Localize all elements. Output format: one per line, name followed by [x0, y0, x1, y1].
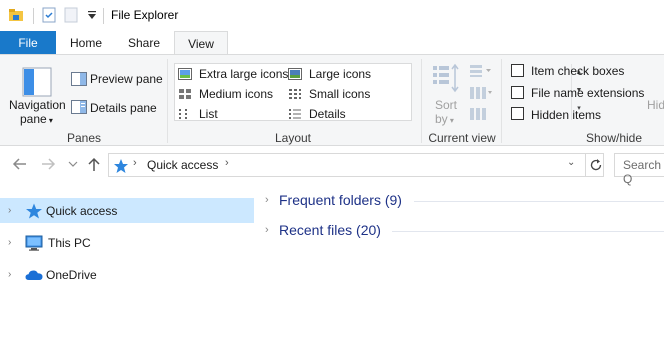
address-bar[interactable]: › Quick access › ⌄: [108, 153, 604, 177]
group-by-icon[interactable]: [469, 64, 493, 78]
hide-selected-items-button[interactable]: Hid: [647, 98, 664, 112]
address-divider: [585, 154, 586, 176]
sort-by-button-2[interactable]: by ▾: [435, 112, 454, 126]
tab-share[interactable]: Share: [118, 31, 170, 55]
title-separator: [103, 8, 104, 24]
quick-access-star-icon: [26, 203, 42, 218]
group-separator: [501, 59, 502, 143]
layout-gallery: Extra large icons Large icons Medium ico…: [174, 63, 582, 121]
navigation-pane-label[interactable]: Navigation: [9, 98, 66, 112]
group-separator: [421, 59, 422, 143]
current-view-group-label: Current view: [428, 131, 496, 145]
group-header-label: Recent files (20): [279, 222, 381, 238]
sort-by-icon: [433, 63, 459, 93]
new-folder-icon[interactable]: [63, 7, 79, 23]
computer-icon: [25, 235, 43, 251]
group-separator: [167, 59, 168, 143]
list-icon: [179, 109, 187, 119]
address-chevron-icon[interactable]: ›: [225, 157, 229, 169]
onedrive-cloud-icon: [25, 270, 43, 280]
folder-icon: [9, 9, 23, 21]
details-icon: [289, 109, 301, 119]
ribbon-tabs: File Home Share View: [0, 31, 664, 55]
tab-home[interactable]: Home: [60, 31, 112, 55]
sidebar-item-onedrive[interactable]: › OneDrive: [0, 262, 256, 287]
hidden-items-label[interactable]: Hidden items: [531, 108, 601, 122]
forward-arrow-icon[interactable]: [40, 157, 56, 171]
quick-access-star-icon: [114, 159, 128, 173]
navigation-pane-icon: [22, 67, 52, 97]
layout-small-icons[interactable]: Small icons: [288, 87, 370, 101]
expand-chevron-icon[interactable]: ›: [265, 194, 279, 206]
search-placeholder: Search Q: [623, 158, 662, 186]
extra-large-icons-icon: [178, 68, 192, 80]
hidden-items-checkbox[interactable]: [511, 107, 524, 120]
navigation-pane-label-2[interactable]: pane ▾: [20, 112, 53, 126]
sidebar-item-label: OneDrive: [46, 267, 97, 282]
address-chevron-icon[interactable]: ›: [133, 157, 137, 169]
expand-chevron-icon[interactable]: ›: [8, 269, 11, 280]
layout-medium-icons[interactable]: Medium icons: [178, 87, 273, 101]
group-divider: [414, 201, 664, 202]
file-name-extensions-label[interactable]: File name extensions: [531, 86, 644, 100]
title-separator: [33, 8, 34, 24]
size-columns-icon[interactable]: [469, 107, 487, 121]
item-check-boxes-checkbox[interactable]: [511, 64, 524, 77]
large-icons-icon: [288, 68, 302, 80]
recent-locations-chevron-icon[interactable]: [68, 160, 78, 168]
customize-toolbar-icon[interactable]: [84, 7, 100, 23]
add-columns-icon[interactable]: [469, 86, 493, 100]
group-header-frequent-folders[interactable]: › Frequent folders (9): [265, 192, 402, 208]
sidebar-item-label: Quick access: [46, 203, 118, 218]
address-location[interactable]: Quick access: [147, 158, 218, 172]
preview-pane-icon: [71, 72, 87, 86]
tab-view[interactable]: View: [174, 31, 228, 55]
title-bar: File Explorer: [0, 0, 664, 31]
show-hide-group-label: Show/hide: [585, 131, 643, 145]
panes-group-label: Panes: [66, 131, 102, 145]
preview-pane-button[interactable]: Preview pane: [90, 72, 163, 86]
tab-file[interactable]: File: [0, 31, 56, 55]
expand-chevron-icon[interactable]: ›: [265, 224, 279, 236]
group-divider: [392, 231, 664, 232]
group-header-recent-files[interactable]: › Recent files (20): [265, 222, 381, 238]
layout-group-label: Layout: [274, 131, 312, 145]
back-arrow-icon[interactable]: [12, 157, 28, 171]
refresh-icon[interactable]: [589, 158, 603, 172]
small-icons-icon: [289, 89, 301, 99]
search-box[interactable]: Search Q: [614, 153, 664, 186]
address-dropdown-icon[interactable]: ⌄: [567, 157, 575, 168]
sidebar-item-label: This PC: [48, 235, 91, 250]
address-row: › Quick access › ⌄ Search Q: [0, 146, 664, 186]
layout-large-icons[interactable]: Large icons: [288, 67, 371, 81]
sort-by-button[interactable]: Sort: [435, 98, 457, 112]
group-header-label: Frequent folders (9): [279, 192, 402, 208]
expand-chevron-icon[interactable]: ›: [8, 205, 11, 216]
properties-icon[interactable]: [41, 7, 57, 23]
sidebar-item-quick-access[interactable]: › Quick access: [0, 198, 254, 223]
file-name-extensions-checkbox[interactable]: [511, 86, 524, 99]
up-arrow-icon[interactable]: [87, 156, 101, 172]
layout-extra-large-icons[interactable]: Extra large icons: [178, 67, 288, 81]
item-check-boxes-label[interactable]: Item check boxes: [531, 64, 624, 78]
layout-details[interactable]: Details: [288, 107, 346, 121]
window-title: File Explorer: [111, 8, 179, 22]
navigation-pane: › Quick access › This PC › OneDrive: [0, 196, 256, 362]
details-pane-button[interactable]: Details pane: [90, 101, 157, 115]
sidebar-item-this-pc[interactable]: › This PC: [0, 230, 256, 255]
ribbon-view: Navigation pane ▾ Preview pane Details p…: [0, 54, 664, 146]
medium-icons-icon: [179, 89, 191, 99]
details-pane-icon: [71, 100, 87, 114]
layout-list[interactable]: List: [178, 107, 218, 121]
expand-chevron-icon[interactable]: ›: [8, 237, 11, 248]
